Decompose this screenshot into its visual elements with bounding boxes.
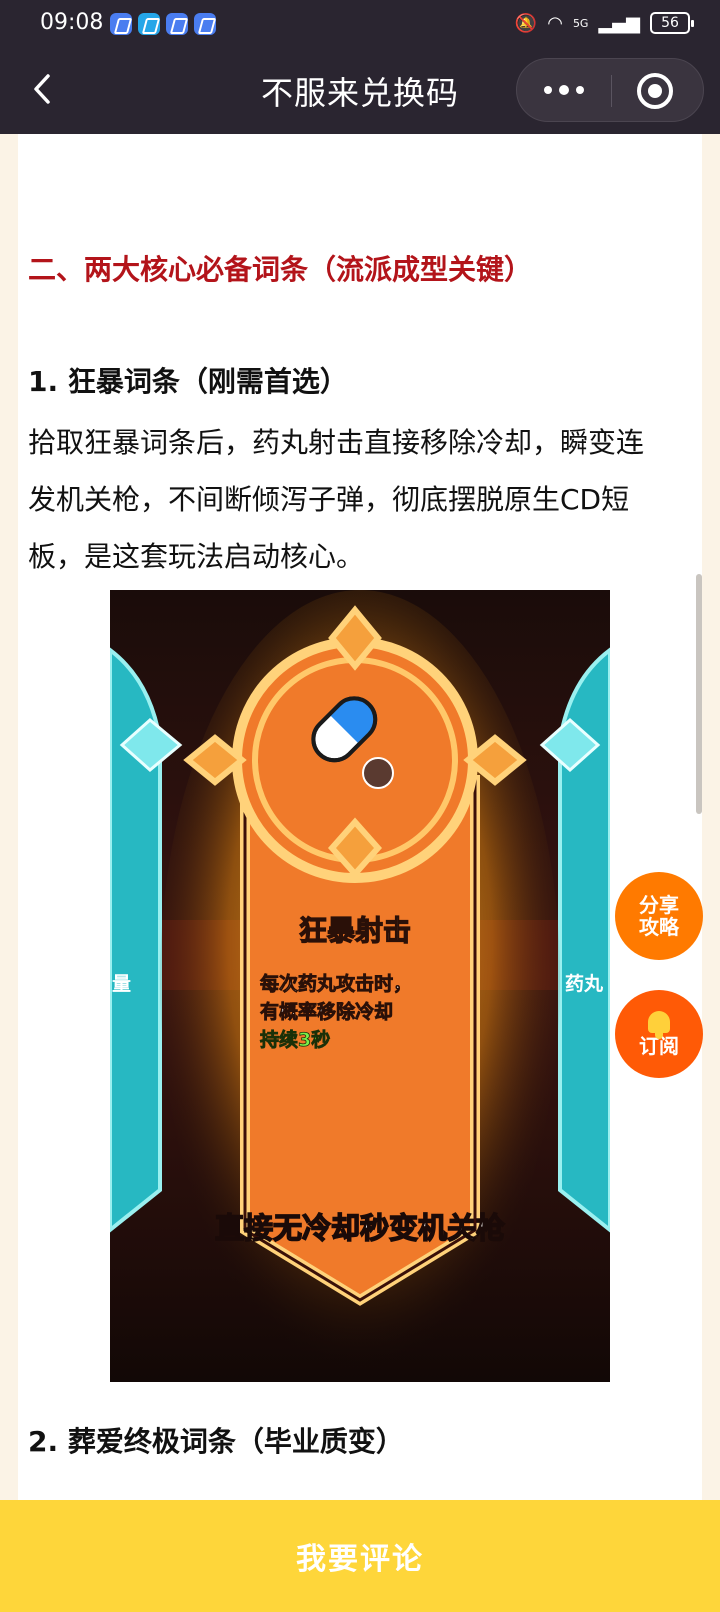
title-bar: 不服来兑换码 [0, 46, 720, 134]
share-guide-button[interactable]: 分享 攻略 [615, 872, 703, 960]
battery-icon: 56 [650, 12, 694, 34]
right-card-fragment: 药丸 [565, 972, 604, 995]
game-card-image: 狂暴射击 每次药丸攻击时， 有概率移除冷却 持续3秒 量 药丸 直接无冷却秒变机… [110, 590, 610, 1382]
mute-bell-icon: 🔕 [514, 12, 538, 34]
notification-icons [110, 13, 216, 35]
card-desc-line1: 每次药丸攻击时， [260, 972, 412, 995]
mini-program-capsule [516, 58, 704, 122]
comment-label: 我要评论 [296, 1542, 424, 1577]
item2-heading: 2. 葬爱终极词条（毕业质变） [28, 1425, 404, 1458]
scrollbar[interactable] [696, 574, 702, 814]
card-title: 狂暴射击 [299, 914, 411, 947]
card-desc-line2: 有概率移除冷却 [260, 1000, 393, 1023]
app-notification-icon [166, 13, 188, 35]
status-time: 09:08 [40, 10, 104, 35]
image-caption: 直接无冷却秒变机关枪 [215, 1211, 505, 1245]
close-target-icon[interactable] [637, 73, 673, 109]
item1-heading: 1. 狂暴词条（刚需首选） [28, 365, 348, 398]
network-type: 5G [572, 16, 589, 30]
card-duration: 持续3秒 [260, 1028, 330, 1051]
app-notification-icon [194, 13, 216, 35]
left-card-fragment: 量 [112, 973, 131, 995]
article-content: 二、两大核心必备词条（流派成型关键） 1. 狂暴词条（刚需首选） 拾取狂暴词条后… [18, 134, 702, 1500]
capsule-divider [611, 75, 612, 107]
section-heading: 二、两大核心必备词条（流派成型关键） [28, 253, 533, 286]
book-app-icon [138, 13, 160, 35]
comment-button[interactable]: 我要评论 [0, 1500, 720, 1612]
app-notification-icon [110, 13, 132, 35]
wifi-icon: ◠ [547, 12, 563, 34]
share-label-line2: 攻略 [639, 915, 679, 939]
more-dots-icon[interactable] [517, 59, 611, 121]
top-bar: 09:08 🔕 ◠ 5G ▂▄▆ 56 不服来兑换码 [0, 0, 720, 134]
bell-icon [648, 1011, 670, 1039]
signal-icon: ▂▄▆ [598, 12, 640, 34]
share-label-line1: 分享 [639, 893, 679, 917]
system-status: 🔕 ◠ 5G ▂▄▆ 56 [514, 12, 694, 34]
subscribe-button[interactable]: 订阅 [615, 990, 703, 1078]
status-bar: 09:08 🔕 ◠ 5G ▂▄▆ 56 [0, 0, 720, 46]
item1-paragraph: 拾取狂暴词条后，药丸射击直接移除冷却，瞬变连发机关枪，不间断倾泻子弹，彻底摆脱原… [28, 426, 645, 573]
